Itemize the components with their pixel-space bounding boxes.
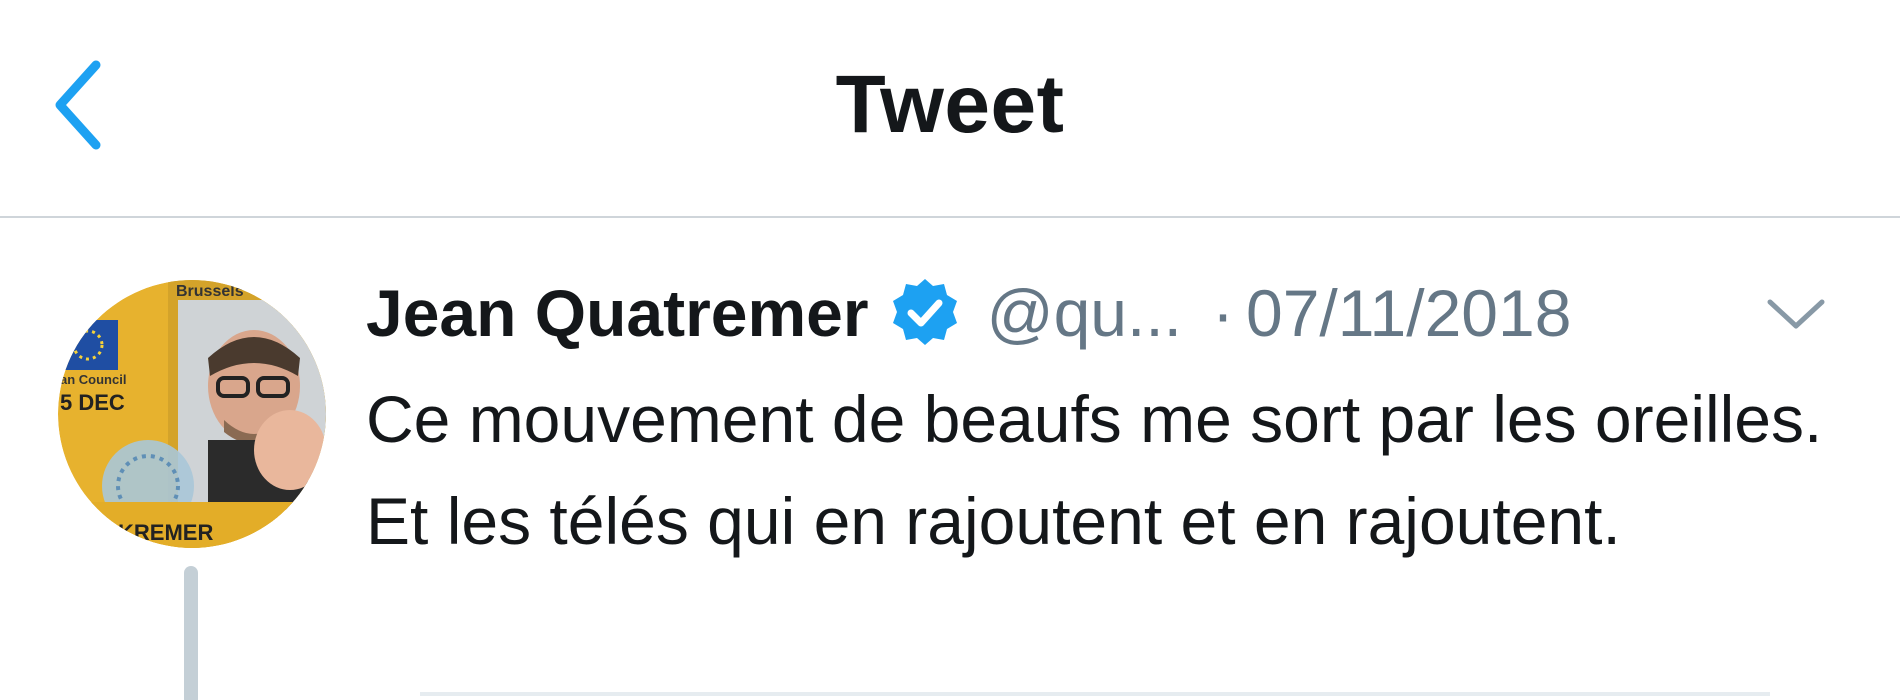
avatar-label-bottom: KREMER [118, 520, 213, 545]
tweet-detail-screen: Tweet Brussels an Council 5 DEC KREMER J… [0, 0, 1900, 700]
thread-connector-line [184, 566, 198, 700]
author-name[interactable]: Jean Quatremer [366, 275, 869, 351]
author-handle[interactable]: @qu... [987, 275, 1182, 351]
tweet-body-text: Ce mouvement de beaufs me sort par les o… [366, 382, 1823, 558]
top-navigation-bar: Tweet [0, 0, 1900, 218]
avatar-label-date: 5 DEC [60, 390, 125, 415]
tweet-header: Jean Quatremer @qu... · 07/11/2018 [366, 268, 1571, 358]
avatar-label-left: an Council [60, 372, 126, 387]
meta-separator: · [1212, 276, 1234, 350]
avatar-image: Brussels an Council 5 DEC KREMER [58, 280, 326, 548]
verified-badge-icon [892, 279, 957, 345]
tweet-date[interactable]: 07/11/2018 [1246, 275, 1571, 351]
quoted-card-edge [420, 692, 1770, 696]
chevron-down-icon[interactable] [1764, 294, 1828, 334]
avatar-label-top: Brussels [176, 283, 244, 300]
avatar[interactable]: Brussels an Council 5 DEC KREMER [58, 280, 326, 548]
page-title: Tweet [835, 59, 1065, 150]
